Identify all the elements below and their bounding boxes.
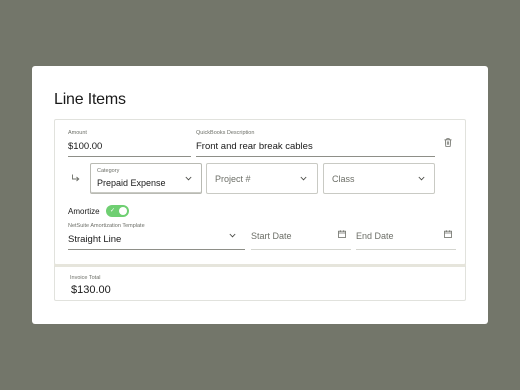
line-item-row: Amount $100.00 QuickBooks Description Fr… <box>54 119 466 265</box>
start-date-placeholder: Start Date <box>251 231 292 241</box>
end-date-placeholder: End Date <box>356 231 394 241</box>
amount-underline <box>68 156 191 157</box>
sub-item-arrow-icon <box>72 174 80 182</box>
description-label: QuickBooks Description <box>196 130 255 136</box>
description-field[interactable]: QuickBooks Description Front and rear br… <box>196 130 435 157</box>
template-underline <box>68 249 245 250</box>
project-select[interactable]: Project # <box>206 163 318 194</box>
end-date-field[interactable]: End Date <box>356 223 456 250</box>
toggle-knob <box>119 207 127 215</box>
amount-field[interactable]: Amount $100.00 <box>68 130 191 157</box>
invoice-total-label: Invoice Total <box>70 275 101 281</box>
amount-label: Amount <box>68 130 87 136</box>
project-placeholder: Project # <box>215 174 251 184</box>
description-underline <box>196 156 435 157</box>
check-icon: ✓ <box>110 208 116 214</box>
trash-icon[interactable] <box>444 138 452 147</box>
category-select[interactable]: Category Prepaid Expense <box>90 163 202 194</box>
amortization-template-select[interactable]: NetSuite Amortization Template Straight … <box>68 223 245 250</box>
chevron-down-icon <box>229 233 236 238</box>
calendar-icon[interactable] <box>444 230 452 238</box>
calendar-icon[interactable] <box>338 230 346 238</box>
start-date-field[interactable]: Start Date <box>251 223 351 250</box>
template-value: Straight Line <box>68 234 122 245</box>
invoice-total-value: $130.00 <box>71 284 111 296</box>
template-label: NetSuite Amortization Template <box>68 223 145 229</box>
line-items-card: Line Items Amount $100.00 QuickBooks Des… <box>32 66 488 324</box>
category-label: Category <box>97 168 120 174</box>
class-placeholder: Class <box>332 174 355 184</box>
chevron-down-icon <box>185 176 192 181</box>
amortize-toggle[interactable]: ✓ <box>106 205 129 217</box>
amortize-label: Amortize <box>68 207 100 216</box>
start-date-underline <box>251 249 351 250</box>
invoice-total-section: Invoice Total $130.00 <box>54 266 466 301</box>
end-date-underline <box>356 249 456 250</box>
class-select[interactable]: Class <box>323 163 435 194</box>
amount-value: $100.00 <box>68 141 103 152</box>
chevron-down-icon <box>418 176 425 181</box>
description-value: Front and rear break cables <box>196 141 313 152</box>
page-title: Line Items <box>54 91 126 108</box>
category-value: Prepaid Expense <box>97 178 166 188</box>
chevron-down-icon <box>300 176 307 181</box>
